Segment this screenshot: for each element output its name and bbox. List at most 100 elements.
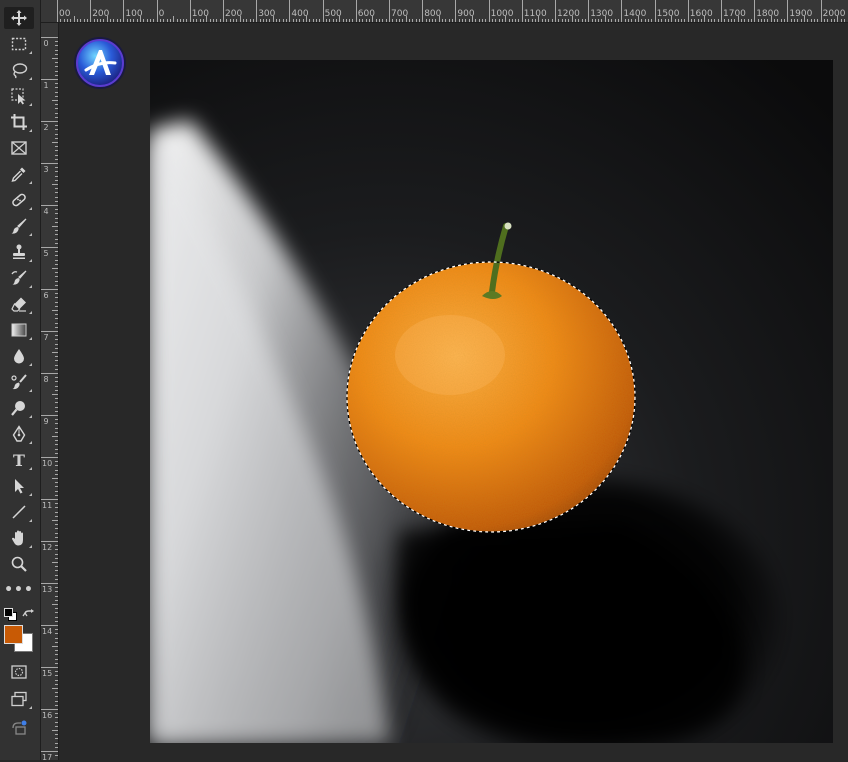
line-tool[interactable] <box>4 501 34 523</box>
ruler-tick-minor <box>52 352 58 353</box>
ruler-tick-minor <box>342 19 344 22</box>
ruler-label: 4 <box>43 207 49 216</box>
ruler-tick-minor <box>425 19 427 22</box>
zoom-tool[interactable] <box>4 553 34 575</box>
ruler-tick-minor <box>55 200 58 202</box>
type-tool[interactable]: T <box>4 449 34 471</box>
ruler-tick-major <box>621 0 623 22</box>
line-icon <box>12 505 26 519</box>
history-brush-tool[interactable] <box>4 267 34 289</box>
blur-tool[interactable] <box>4 345 34 367</box>
ruler-tick-minor <box>684 19 686 22</box>
ruler-tick-minor <box>52 226 58 227</box>
ruler-tick-minor <box>475 19 477 22</box>
quick-mask-mode[interactable] <box>4 661 34 683</box>
edit-toolbar[interactable]: ••• <box>4 579 34 601</box>
ruler-tick-minor <box>481 19 483 22</box>
swap-colors-icon[interactable] <box>22 608 36 622</box>
ruler-tick-minor <box>52 58 58 59</box>
ruler-tick-major <box>389 0 390 22</box>
ruler-tick-minor <box>55 637 58 639</box>
foreground-color-swatch[interactable] <box>4 625 23 644</box>
pen-icon <box>12 425 26 442</box>
clone-stamp-tool[interactable] <box>4 241 34 263</box>
ruler-tick-minor <box>55 675 58 677</box>
ruler-tick-minor <box>651 19 653 22</box>
marquee-tool[interactable] <box>4 33 34 55</box>
ruler-tick-minor <box>830 19 832 22</box>
healing-brush-tool[interactable] <box>4 189 34 211</box>
ruler-tick-minor <box>55 549 58 551</box>
lasso-tool[interactable] <box>4 59 34 81</box>
ruler-tick-minor <box>55 650 58 652</box>
ruler-label: 1 <box>43 81 49 90</box>
ruler-tick-minor <box>372 16 374 22</box>
ruler-tick-minor <box>55 276 58 278</box>
document-canvas[interactable] <box>150 60 833 743</box>
ruler-tick-minor <box>707 19 709 22</box>
ruler-tick-minor <box>813 19 815 22</box>
ruler-label: 0 <box>43 39 49 48</box>
share[interactable] <box>4 717 34 739</box>
ruler-tick-minor <box>55 192 58 194</box>
eraser-tool[interactable] <box>4 293 34 315</box>
ruler-tick-major <box>41 373 58 374</box>
ruler-tick-minor <box>55 104 58 106</box>
ruler-tick-minor <box>55 734 58 736</box>
frame-tool[interactable] <box>4 137 34 159</box>
ruler-tick-major <box>422 0 424 22</box>
ruler-tick-minor <box>169 19 171 22</box>
ruler-tick-minor <box>55 671 58 673</box>
ruler-tick-minor <box>671 16 673 22</box>
ruler-tick-minor <box>55 641 58 643</box>
brush-tool[interactable] <box>4 215 34 237</box>
dodge-tool[interactable] <box>4 397 34 419</box>
ruler-tick-minor <box>55 125 58 127</box>
ruler-tick-major <box>41 205 58 206</box>
eyedropper-tool[interactable] <box>4 163 34 185</box>
ruler-tick-minor <box>52 268 58 269</box>
crop-tool[interactable] <box>4 111 34 133</box>
ruler-tick-minor <box>462 19 464 22</box>
ruler-tick-minor <box>179 19 181 22</box>
ruler-tick-minor <box>146 19 148 22</box>
ruler-label: 6 <box>43 291 49 300</box>
ruler-tick-minor <box>55 301 58 303</box>
ruler-tick-minor <box>159 19 161 22</box>
ruler-tick-minor <box>252 19 254 22</box>
hand-tool[interactable] <box>4 527 34 549</box>
ruler-tick-minor <box>52 310 58 311</box>
gradient-tool[interactable] <box>4 319 34 341</box>
default-colors-icon[interactable] <box>4 608 17 621</box>
ruler-tick-minor <box>362 19 364 22</box>
vertical-ruler[interactable]: 0 1 2 3 4 5 6 7 8 9 10 11 12 13 14 15 16 17 <box>41 23 59 762</box>
smudge-brush-tool[interactable] <box>4 371 34 393</box>
pen-tool[interactable] <box>4 423 34 445</box>
ruler-tick-minor <box>55 507 58 509</box>
horizontal-ruler[interactable]: 00 200 100 0 100 200 300 400 500 600 700 800 900 1000… <box>41 0 848 23</box>
lasso-icon <box>12 63 28 79</box>
ruler-tick-minor <box>435 19 437 22</box>
ruler-tick-minor <box>306 16 307 22</box>
ruler-tick-major <box>41 247 58 248</box>
ruler-tick-minor <box>55 234 58 236</box>
ruler-tick-minor <box>55 146 58 148</box>
ruler-tick-major <box>41 289 58 290</box>
ruler-tick-minor <box>784 19 786 22</box>
ruler-tick-minor <box>432 19 434 22</box>
move-tool[interactable] <box>4 7 34 29</box>
ruler-tick-minor <box>558 19 560 22</box>
ruler-tick-minor <box>196 19 198 22</box>
ruler-tick-minor <box>130 19 132 22</box>
ruler-tick-major <box>654 0 656 22</box>
path-selection-tool[interactable] <box>4 475 34 497</box>
ruler-tick-minor <box>797 19 799 22</box>
ruler-tick-minor <box>55 137 58 139</box>
ruler-tick-minor <box>55 209 58 211</box>
object-selection-tool[interactable] <box>4 85 34 107</box>
ruler-tick-minor <box>382 19 384 22</box>
ruler-tick-major <box>256 0 258 22</box>
ruler-tick-minor <box>116 19 118 22</box>
ruler-tick-minor <box>52 100 58 101</box>
screen-mode[interactable] <box>4 688 34 710</box>
